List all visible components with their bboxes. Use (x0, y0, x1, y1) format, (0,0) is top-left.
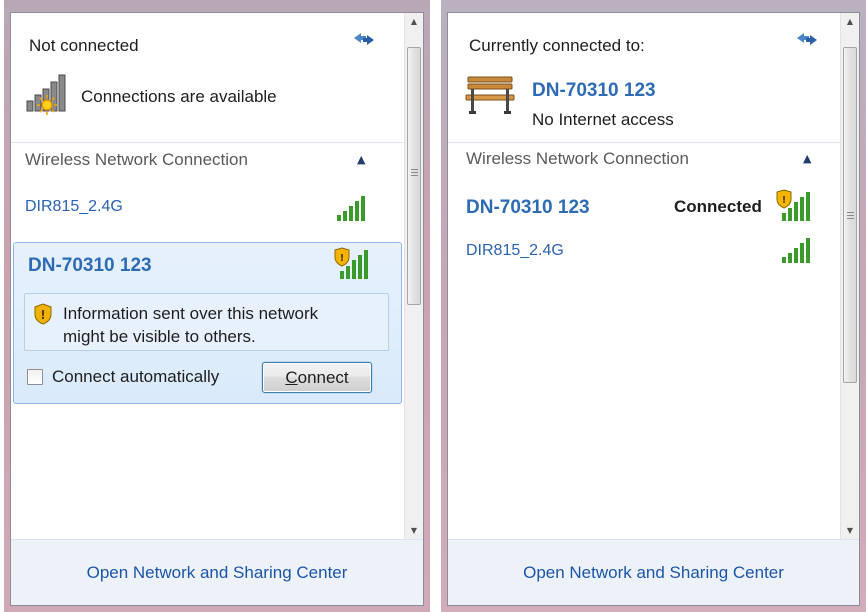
status-title: Currently connected to: (469, 36, 645, 55)
vertical-scrollbar[interactable]: ▲ ▼ (840, 13, 859, 539)
flyout-panel: Not connected Connections are available … (10, 12, 424, 606)
refresh-icon[interactable] (794, 29, 820, 49)
flyout-content: Currently connected to: DN-70310 123 No … (448, 13, 840, 539)
divider (11, 142, 404, 143)
network-flyout-not-connected: Not connected Connections are available … (4, 0, 430, 612)
signal-strength-icon: ! (334, 247, 368, 279)
connect-button[interactable]: Connect (262, 362, 372, 393)
network-name: DIR815_2.4G (466, 242, 564, 259)
signal-strength-icon: ! (776, 189, 810, 221)
security-shield-icon: ! (34, 303, 52, 325)
connect-button-accel: C (285, 368, 298, 387)
network-item-expanded[interactable]: DN-70310 123 ! ! Information sent over t… (13, 242, 402, 404)
unidentified-network-bench-icon (465, 76, 515, 114)
chevron-up-icon[interactable]: ▲ (357, 153, 365, 166)
scroll-down-arrow-icon[interactable]: ▼ (405, 522, 423, 539)
security-warning: ! Information sent over this network mig… (24, 293, 389, 351)
divider (448, 142, 840, 143)
network-name: DN-70310 123 (466, 197, 590, 218)
scroll-up-arrow-icon[interactable]: ▲ (405, 13, 423, 30)
connect-automatically-label[interactable]: Connect automatically (52, 367, 219, 387)
warning-line-1: Information sent over this network (63, 304, 319, 323)
status-subtitle: Connections are available (81, 87, 277, 106)
network-item-dir815[interactable]: DIR815_2.4G (11, 195, 404, 235)
open-network-sharing-center-link[interactable]: Open Network and Sharing Center (87, 563, 348, 583)
svg-text:!: ! (782, 195, 787, 206)
network-item-connected[interactable]: DN-70310 123 Connected ! (448, 189, 840, 229)
connections-available-icon (26, 74, 66, 115)
connect-automatically-checkbox[interactable] (27, 369, 43, 385)
refresh-icon[interactable] (351, 29, 377, 49)
flyout-content: Not connected Connections are available … (11, 13, 404, 539)
network-name: DN-70310 123 (28, 255, 152, 276)
connection-status: Connected (674, 197, 762, 216)
network-flyout-connected: Currently connected to: DN-70310 123 No … (441, 0, 866, 612)
open-network-sharing-center-link[interactable]: Open Network and Sharing Center (523, 563, 784, 583)
chevron-up-icon[interactable]: ▲ (803, 152, 811, 165)
flyout-footer: Open Network and Sharing Center (448, 539, 859, 605)
flyout-panel: Currently connected to: DN-70310 123 No … (447, 12, 860, 606)
section-label: Wireless Network Connection (25, 150, 248, 169)
scroll-down-arrow-icon[interactable]: ▼ (841, 522, 859, 539)
signal-strength-icon (782, 238, 810, 263)
vertical-scrollbar[interactable]: ▲ ▼ (404, 13, 423, 539)
warning-text: Information sent over this network might… (63, 302, 318, 348)
svg-text:!: ! (340, 253, 345, 264)
network-item-dir815[interactable]: DIR815_2.4G (448, 238, 840, 279)
status-title: Not connected (29, 36, 139, 55)
flyout-footer: Open Network and Sharing Center (11, 539, 423, 605)
warning-line-2: might be visible to others. (63, 327, 256, 346)
scrollbar-thumb[interactable] (843, 47, 857, 383)
internet-status: No Internet access (532, 110, 674, 129)
connected-network-name: DN-70310 123 (532, 80, 656, 101)
svg-text:!: ! (40, 308, 45, 322)
network-name: DIR815_2.4G (25, 198, 123, 215)
signal-strength-icon (337, 196, 365, 221)
connect-button-label: onnect (297, 368, 349, 387)
scrollbar-thumb[interactable] (407, 47, 421, 305)
section-label: Wireless Network Connection (466, 149, 689, 168)
scroll-up-arrow-icon[interactable]: ▲ (841, 13, 859, 30)
